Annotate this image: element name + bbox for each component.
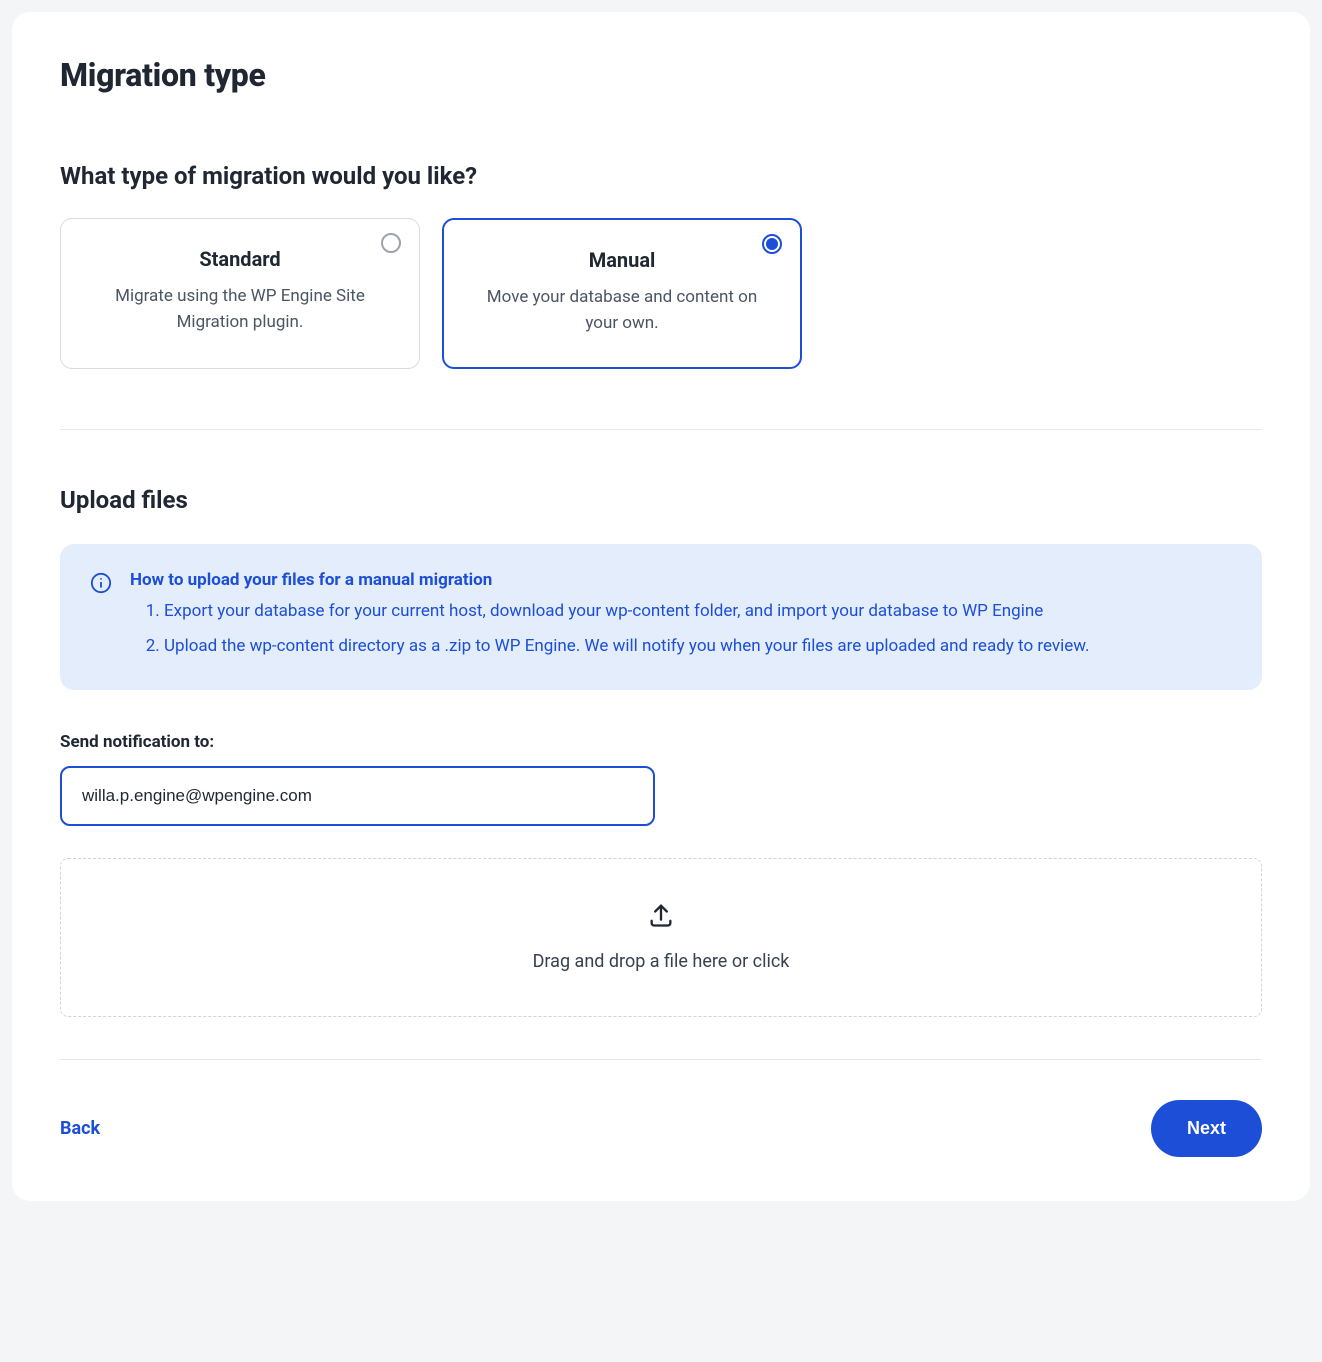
back-button[interactable]: Back xyxy=(60,1118,100,1139)
upload-info-title: How to upload your files for a manual mi… xyxy=(130,570,1232,590)
upload-heading: Upload files xyxy=(60,486,1262,514)
footer-actions: Back Next xyxy=(60,1100,1262,1157)
option-standard-desc: Migrate using the WP Engine Site Migrati… xyxy=(91,283,389,336)
notify-email-input[interactable] xyxy=(60,766,655,826)
upload-step-1: Export your database for your current ho… xyxy=(164,598,1232,625)
migration-question: What type of migration would you like? xyxy=(60,162,1262,190)
radio-manual[interactable] xyxy=(762,234,782,254)
migration-card: Migration type What type of migration wo… xyxy=(12,12,1310,1201)
radio-standard[interactable] xyxy=(381,233,401,253)
option-standard-title: Standard xyxy=(91,247,389,271)
page-title: Migration type xyxy=(60,56,1262,94)
upload-step-2: Upload the wp-content directory as a .zi… xyxy=(164,633,1232,660)
footer-divider xyxy=(60,1059,1262,1060)
option-manual-title: Manual xyxy=(474,248,770,272)
migration-options: Standard Migrate using the WP Engine Sit… xyxy=(60,218,1262,369)
upload-info-content: How to upload your files for a manual mi… xyxy=(130,570,1232,660)
option-manual[interactable]: Manual Move your database and content on… xyxy=(442,218,802,369)
upload-info-steps: Export your database for your current ho… xyxy=(130,598,1232,660)
file-dropzone[interactable]: Drag and drop a file here or click xyxy=(60,858,1262,1017)
option-manual-desc: Move your database and content on your o… xyxy=(474,284,770,337)
option-standard[interactable]: Standard Migrate using the WP Engine Sit… xyxy=(60,218,420,369)
upload-icon xyxy=(647,901,675,933)
page-root: Migration type What type of migration wo… xyxy=(0,0,1322,1213)
dropzone-text: Drag and drop a file here or click xyxy=(533,951,790,972)
next-button[interactable]: Next xyxy=(1151,1100,1262,1157)
section-divider xyxy=(60,429,1262,430)
notify-label: Send notification to: xyxy=(60,732,1262,752)
upload-info-box: How to upload your files for a manual mi… xyxy=(60,544,1262,690)
info-icon xyxy=(90,572,112,598)
